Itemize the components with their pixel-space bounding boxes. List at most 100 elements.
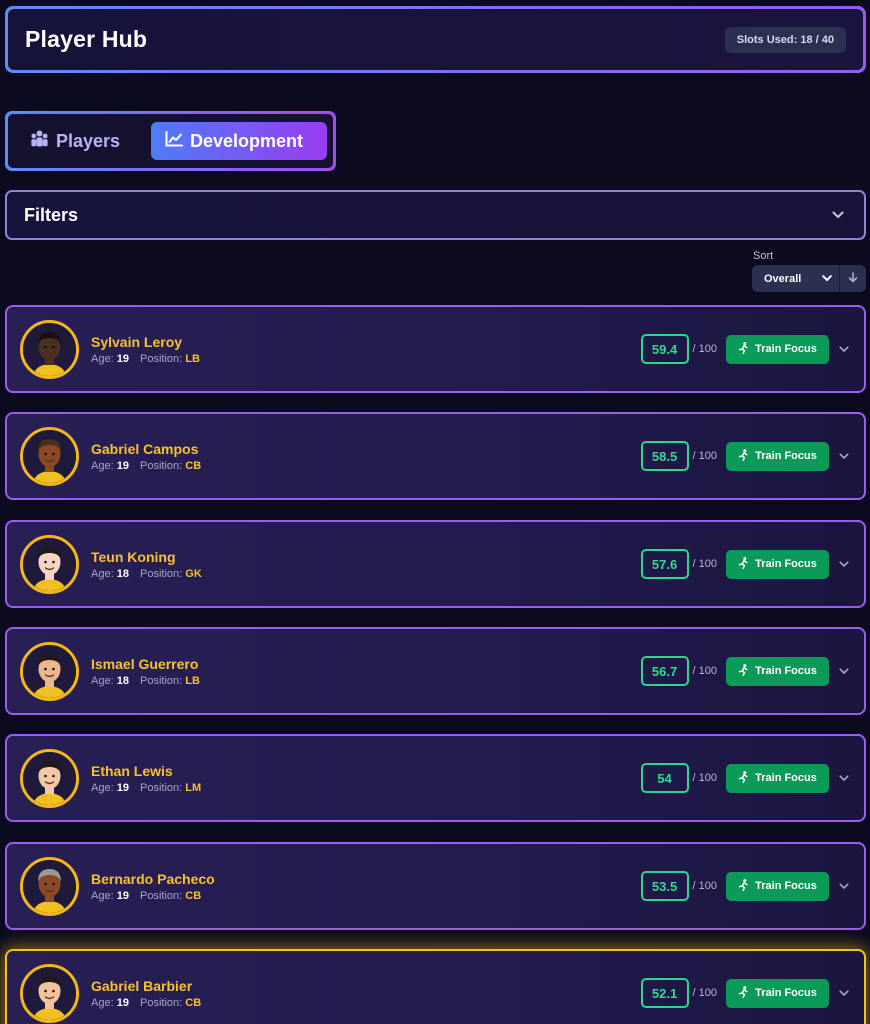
people-icon — [30, 130, 49, 152]
tab-players-label: Players — [56, 130, 121, 151]
tab-development-label: Development — [190, 130, 304, 151]
player-card[interactable]: Bernardo Pacheco Age: 19 Position: CB 53… — [5, 842, 866, 930]
player-info: Ismael Guerrero Age: 18 Position: LB — [91, 656, 641, 687]
development-score: 58.5 — [640, 441, 689, 471]
development-score: 59.4 — [640, 334, 689, 364]
player-name: Ethan Lewis — [91, 762, 173, 779]
filters-label: Filters — [24, 204, 79, 225]
train-focus-label: Train Focus — [755, 987, 817, 999]
tab-development[interactable]: Development — [151, 122, 327, 160]
player-age: 19 — [116, 459, 129, 472]
chevron-down-icon[interactable] — [839, 774, 849, 782]
train-focus-label: Train Focus — [755, 450, 817, 462]
score-max: / 100 — [692, 880, 717, 892]
train-focus-label: Train Focus — [755, 772, 817, 784]
player-age: 19 — [116, 781, 129, 794]
arrow-down-icon — [848, 270, 858, 288]
chevron-down-icon[interactable] — [839, 989, 849, 997]
age-label: Age: — [91, 996, 114, 1009]
development-score: 52.1 — [640, 978, 689, 1008]
filters-panel[interactable]: Filters — [5, 190, 866, 240]
score-max: / 100 — [692, 343, 717, 355]
train-focus-button[interactable]: Train Focus — [726, 978, 829, 1008]
avatar — [20, 426, 79, 486]
age-label: Age: — [91, 352, 114, 365]
player-meta: Age: 19 Position: CB — [91, 997, 641, 1009]
train-focus-button[interactable]: Train Focus — [726, 656, 829, 686]
player-position: GK — [185, 567, 202, 580]
position-label: Position: — [140, 352, 183, 365]
player-card[interactable]: Ethan Lewis Age: 19 Position: LM 54 / 10… — [5, 734, 866, 822]
player-age: 19 — [116, 996, 129, 1009]
running-icon — [738, 448, 749, 464]
avatar — [20, 319, 79, 379]
development-score: 53.5 — [640, 871, 689, 901]
train-focus-button[interactable]: Train Focus — [726, 441, 829, 471]
score-max: / 100 — [692, 450, 717, 462]
chevron-down-icon[interactable] — [839, 560, 849, 568]
chevron-down-icon[interactable] — [839, 345, 849, 353]
train-focus-button[interactable]: Train Focus — [726, 763, 829, 793]
player-info: Gabriel Barbier Age: 19 Position: CB — [91, 978, 641, 1009]
sort-select[interactable]: Overall — [752, 265, 840, 292]
development-score: 54 — [640, 763, 689, 793]
player-card[interactable]: Ismael Guerrero Age: 18 Position: LB 56.… — [5, 627, 866, 715]
player-name: Bernardo Pacheco — [91, 870, 215, 887]
avatar — [20, 641, 79, 701]
player-position: LB — [185, 352, 200, 365]
train-focus-button[interactable]: Train Focus — [726, 871, 829, 901]
tab-players[interactable]: Players — [16, 122, 151, 160]
player-name: Gabriel Campos — [91, 440, 199, 457]
chevron-down-icon[interactable] — [832, 206, 844, 224]
player-meta: Age: 18 Position: LB — [91, 675, 641, 687]
running-icon — [738, 556, 749, 572]
player-position: CB — [185, 889, 202, 902]
age-label: Age: — [91, 781, 114, 794]
avatar — [20, 748, 79, 808]
score-max: / 100 — [692, 987, 717, 999]
age-label: Age: — [91, 567, 114, 580]
player-card[interactable]: Sylvain Leroy Age: 19 Position: LB 59.4 … — [5, 305, 866, 393]
player-card[interactable]: Teun Koning Age: 18 Position: GK 57.6 / … — [5, 520, 866, 608]
position-label: Position: — [140, 781, 183, 794]
running-icon — [738, 770, 749, 786]
sort-value: Overall — [764, 272, 802, 285]
avatar — [20, 963, 79, 1023]
development-score: 57.6 — [640, 549, 689, 579]
player-name: Teun Koning — [91, 548, 176, 565]
player-info: Gabriel Campos Age: 19 Position: CB — [91, 441, 641, 472]
score-max: / 100 — [692, 558, 717, 570]
player-meta: Age: 19 Position: CB — [91, 890, 641, 902]
score-max: / 100 — [692, 772, 717, 784]
player-age: 19 — [116, 352, 129, 365]
chevron-down-icon[interactable] — [839, 667, 849, 675]
page-title: Player Hub — [25, 26, 148, 52]
player-age: 19 — [116, 889, 129, 902]
player-meta: Age: 19 Position: LM — [91, 782, 641, 794]
position-label: Position: — [140, 889, 183, 902]
sort-direction-button[interactable] — [839, 265, 866, 292]
train-focus-label: Train Focus — [755, 665, 817, 677]
player-card[interactable]: Gabriel Barbier Age: 19 Position: CB 52.… — [5, 949, 866, 1024]
player-meta: Age: 18 Position: GK — [91, 568, 641, 580]
player-info: Sylvain Leroy Age: 19 Position: LB — [91, 334, 641, 365]
header-bar: Player Hub Slots Used: 18 / 40 — [5, 6, 866, 73]
player-meta: Age: 19 Position: CB — [91, 460, 641, 472]
running-icon — [738, 985, 749, 1001]
avatar — [20, 534, 79, 594]
tab-bar: Players Development — [5, 111, 336, 171]
score-max: / 100 — [692, 665, 717, 677]
chevron-down-icon[interactable] — [839, 882, 849, 890]
sort-label: Sort — [753, 250, 774, 262]
train-focus-button[interactable]: Train Focus — [726, 549, 829, 579]
player-info: Ethan Lewis Age: 19 Position: LM — [91, 763, 641, 794]
player-info: Teun Koning Age: 18 Position: GK — [91, 549, 641, 580]
player-name: Gabriel Barbier — [91, 977, 193, 994]
player-position: LB — [185, 674, 200, 687]
chevron-down-icon[interactable] — [839, 452, 849, 460]
train-focus-label: Train Focus — [755, 558, 817, 570]
running-icon — [738, 341, 749, 357]
age-label: Age: — [91, 459, 114, 472]
train-focus-button[interactable]: Train Focus — [726, 334, 829, 364]
player-card[interactable]: Gabriel Campos Age: 19 Position: CB 58.5… — [5, 412, 866, 500]
